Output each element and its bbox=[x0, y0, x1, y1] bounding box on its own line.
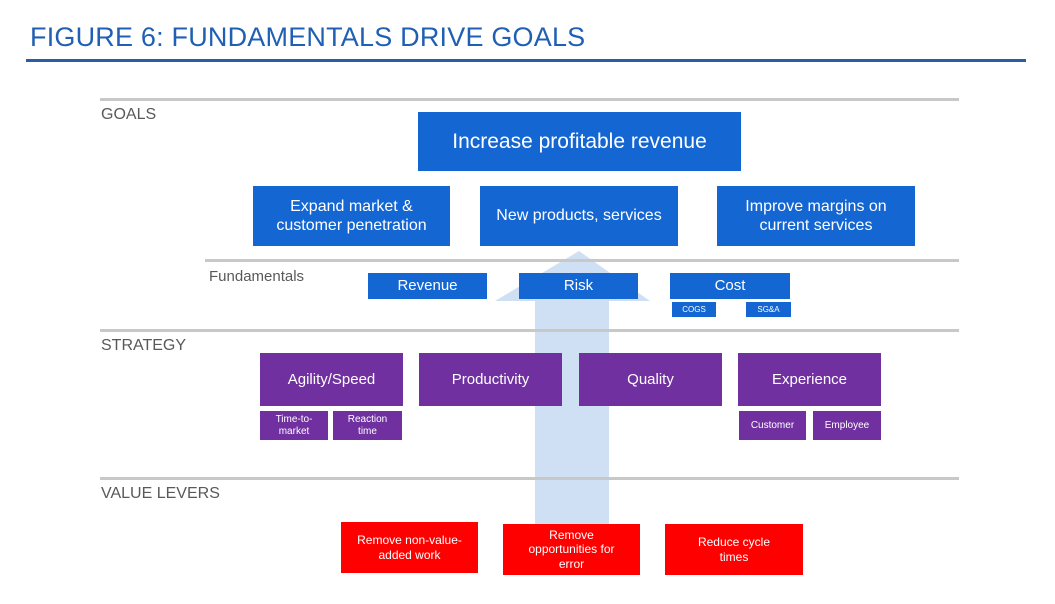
strategy-productivity-label: Productivity bbox=[451, 370, 530, 388]
fundamental-revenue-box: Revenue bbox=[368, 273, 487, 299]
section-label-goals: GOALS bbox=[101, 106, 157, 123]
fundamental-risk-label: Risk bbox=[563, 277, 594, 294]
goal-improve-margins-label: Improve margins on current services bbox=[745, 197, 887, 234]
section-label-fundamentals: Fundamentals bbox=[209, 268, 305, 285]
cost-sga-box: SG&A bbox=[746, 302, 791, 317]
goal-expand-market-label: Expand market & customer penetration bbox=[276, 197, 427, 234]
fundamentals-divider bbox=[205, 259, 959, 262]
fundamental-cost-label: Cost bbox=[714, 277, 746, 294]
strategy-experience-box: Experience bbox=[738, 353, 881, 406]
section-label-strategy: STRATEGY bbox=[101, 337, 187, 354]
strategy-productivity-box: Productivity bbox=[419, 353, 562, 406]
goal-new-products-label: New products, services bbox=[496, 207, 662, 225]
agility-time-to-market-box: Time-to-market bbox=[260, 411, 328, 440]
figure-title: FIGURE 6: FUNDAMENTALS DRIVE GOALS bbox=[30, 22, 586, 52]
strategy-quality-box: Quality bbox=[579, 353, 722, 406]
lever-remove-error-label: Remove opportunities for error bbox=[528, 527, 615, 571]
cost-cogs-box: COGS bbox=[672, 302, 716, 317]
experience-customer-label: Customer bbox=[750, 419, 795, 431]
goals-divider bbox=[100, 98, 959, 101]
goal-main-box: Increase profitable revenue bbox=[418, 112, 741, 171]
strategy-experience-label: Experience bbox=[771, 370, 848, 388]
goal-new-products-box: New products, services bbox=[480, 186, 678, 246]
section-label-value-levers: VALUE LEVERS bbox=[101, 485, 220, 502]
strategy-agility-label: Agility/Speed bbox=[287, 370, 376, 388]
strategy-agility-box: Agility/Speed bbox=[260, 353, 403, 406]
goal-expand-market-box: Expand market & customer penetration bbox=[253, 186, 450, 246]
strategy-quality-label: Quality bbox=[627, 370, 674, 388]
fundamental-cost-box: Cost bbox=[670, 273, 790, 299]
experience-employee-box: Employee bbox=[813, 411, 881, 440]
goal-main-label: Increase profitable revenue bbox=[452, 129, 707, 153]
fundamental-revenue-label: Revenue bbox=[397, 277, 458, 294]
experience-customer-box: Customer bbox=[739, 411, 806, 440]
agility-reaction-time-box: Reaction time bbox=[333, 411, 402, 440]
fundamental-risk-box: Risk bbox=[519, 273, 638, 299]
lever-remove-non-value-box: Remove non-value-added work bbox=[341, 522, 478, 573]
strategy-divider bbox=[100, 329, 959, 332]
title-underline bbox=[26, 59, 1026, 62]
lever-reduce-cycle-box: Reduce cycle times bbox=[665, 524, 803, 575]
experience-employee-label: Employee bbox=[824, 419, 870, 431]
cost-sga-label: SG&A bbox=[757, 304, 780, 314]
lever-reduce-cycle-label: Reduce cycle times bbox=[697, 535, 771, 564]
lever-remove-error-box: Remove opportunities for error bbox=[503, 524, 640, 575]
lever-remove-non-value-label: Remove non-value-added work bbox=[357, 533, 462, 562]
cost-cogs-label: COGS bbox=[682, 304, 706, 314]
goal-improve-margins-box: Improve margins on current services bbox=[717, 186, 915, 246]
value-levers-divider bbox=[100, 477, 959, 480]
agility-reaction-time-label: Reaction time bbox=[347, 413, 388, 437]
agility-time-to-market-label: Time-to-market bbox=[275, 413, 313, 437]
upward-arrow-icon bbox=[495, 251, 650, 528]
